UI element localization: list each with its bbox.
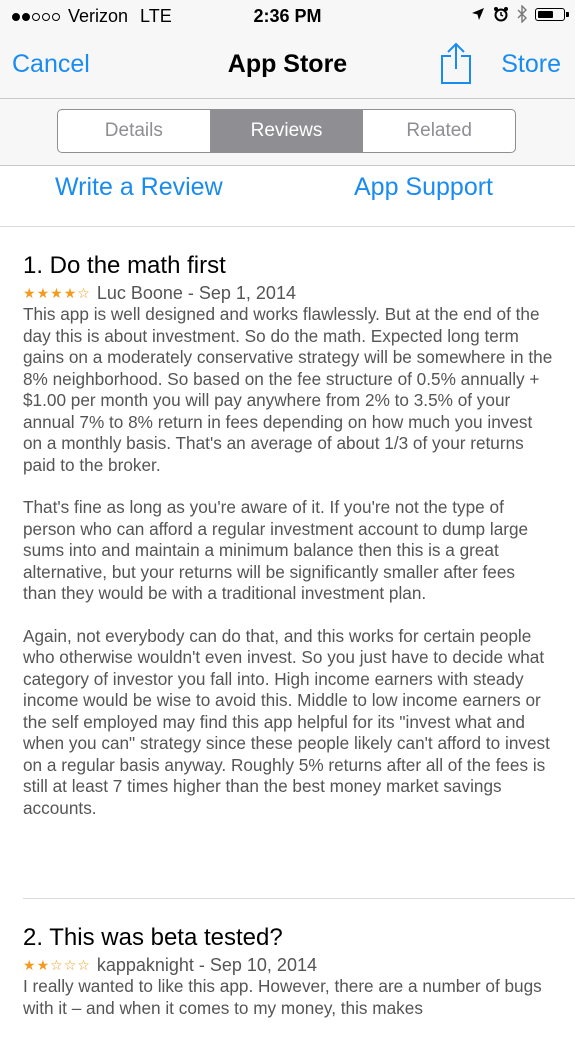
battery-icon — [535, 7, 569, 21]
review-body: I really wanted to like this app. Howeve… — [23, 976, 553, 1019]
share-icon[interactable] — [440, 42, 472, 84]
star-filled-icon: ★ — [50, 285, 64, 301]
tab-related[interactable]: Related — [363, 110, 515, 152]
review-author-date: Luc Boone - Sep 1, 2014 — [96, 283, 296, 303]
tab-reviews[interactable]: Reviews — [210, 110, 364, 152]
star-rating-icon: ★ ★ ★ ★ ☆ — [23, 282, 91, 304]
review-divider — [23, 898, 575, 899]
star-filled-icon: ★ — [63, 285, 78, 301]
review-paragraph: This app is well designed and works flaw… — [23, 304, 553, 475]
segmented-control: Details Reviews Related — [57, 109, 516, 153]
review-paragraph: Again, not everybody can do that, and th… — [23, 625, 550, 818]
location-arrow-icon — [472, 8, 484, 20]
store-button[interactable]: Store — [501, 50, 561, 79]
app-support-link[interactable]: App Support — [354, 173, 493, 202]
alarm-clock-icon — [494, 7, 508, 22]
review-author-date: kappaknight - Sep 10, 2014 — [96, 955, 317, 975]
review-item: 2. This was beta tested? ★ ★ ☆ ☆ ☆ kappaknig… — [23, 924, 553, 1040]
star-filled-icon: ★ — [36, 285, 51, 301]
review-title: 2. This was beta tested? — [23, 924, 283, 951]
review-paragraph: That's fine as long as you're aware of i… — [23, 497, 529, 603]
review-meta: ★ ★ ☆ ☆ ☆ kappaknight - Sep 10, 2014 — [23, 954, 553, 976]
bluetooth-icon — [517, 5, 527, 23]
battery-fill — [538, 10, 553, 18]
star-empty-icon: ☆ — [50, 957, 64, 973]
review-title: 1. Do the math first — [23, 252, 226, 279]
write-review-link[interactable]: Write a Review — [55, 173, 223, 202]
star-empty-icon: ☆ — [63, 957, 78, 973]
star-filled-icon: ★ — [36, 957, 51, 973]
review-meta: ★ ★ ★ ★ ☆ Luc Boone - Sep 1, 2014 — [23, 282, 553, 304]
star-empty-icon: ☆ — [77, 957, 91, 973]
star-empty-icon: ☆ — [77, 285, 91, 301]
status-bar: Verizon LTE 2:36 PM — [0, 0, 575, 32]
status-right — [471, 5, 569, 23]
navigation-bar: Cancel App Store Store — [0, 32, 575, 99]
review-item: 1. Do the math first ★ ★ ★ ★ ☆ Luc Boone - S… — [23, 252, 553, 840]
tab-bar-container: Details Reviews Related — [0, 99, 575, 166]
star-filled-icon: ★ — [23, 285, 37, 301]
page-title: App Store — [227, 50, 348, 78]
review-body: This app is well designed and works flaw… — [23, 304, 553, 819]
review-paragraph: I really wanted to like this app. Howeve… — [23, 976, 542, 1018]
tab-details[interactable]: Details — [58, 110, 211, 152]
review-actions: Write a Review App Support — [0, 166, 575, 227]
star-rating-icon: ★ ★ ☆ ☆ ☆ — [23, 954, 91, 976]
star-filled-icon: ★ — [23, 957, 37, 973]
